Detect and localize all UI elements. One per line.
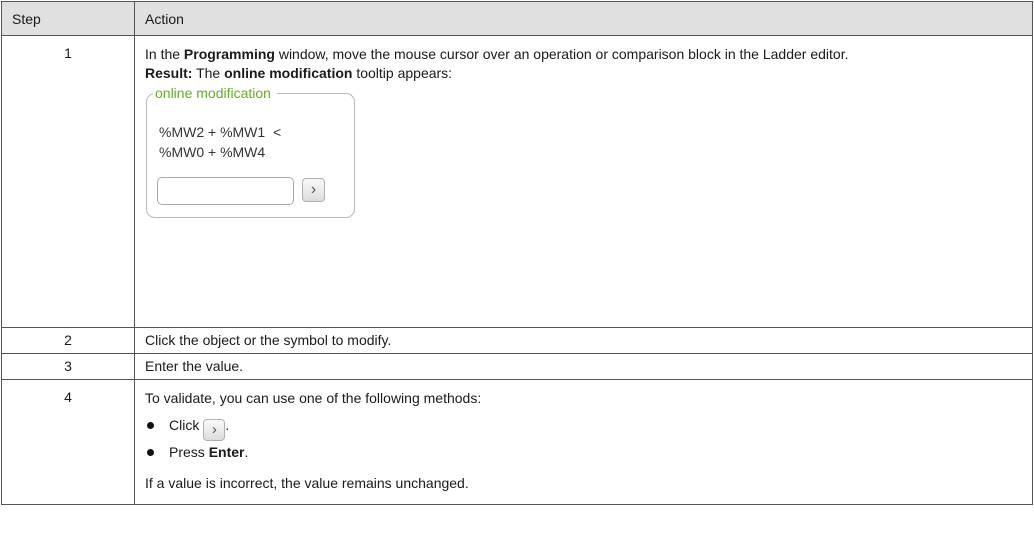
table-row: 3 Enter the value. (1, 353, 1033, 380)
methods-intro: To validate, you can use one of the foll… (145, 390, 482, 406)
methods-list: Click ›. Press Enter. (145, 414, 1022, 464)
result-text: Result: The online modification tooltip … (145, 64, 1022, 83)
text-run: In the (145, 46, 184, 62)
text-run: . (225, 417, 230, 433)
step-number: 3 (1, 353, 135, 380)
step-action: Click the object or the symbol to modify… (134, 327, 1033, 354)
table-row: 4 To validate, you can use one of the fo… (1, 379, 1033, 505)
text-run: Click (169, 417, 200, 433)
text-run: The (192, 65, 225, 81)
value-input[interactable] (157, 177, 294, 205)
result-label: Result: (145, 65, 193, 81)
header-row: Step Action (1, 1, 1033, 36)
expression-line: %MW2 + %MW1 < (159, 124, 282, 140)
key-name: Enter (208, 443, 245, 460)
table-row: 1 In the Programming window, move the mo… (1, 35, 1033, 328)
expression-line: %MW0 + %MW4 (159, 144, 266, 160)
instruction-text: In the Programming window, move the mous… (145, 45, 1022, 64)
step-action: In the Programming window, move the mous… (134, 35, 1033, 328)
tooltip-expression: %MW2 + %MW1 < %MW0 + %MW4 (159, 122, 281, 162)
text-run: . (244, 443, 249, 460)
step-number: 4 (1, 379, 135, 505)
window-name: Programming (183, 46, 275, 62)
validate-button-image: › (203, 418, 226, 441)
step-number: 1 (1, 35, 135, 328)
table-row: 2 Click the object or the symbol to modi… (1, 327, 1033, 354)
tooltip-name: online modification (224, 65, 353, 81)
note-text: If a value is incorrect, the value remai… (145, 474, 469, 491)
list-item: Press Enter. (145, 441, 1022, 464)
chevron-right-icon: › (211, 421, 217, 438)
bullet-icon (147, 448, 154, 456)
header-action: Action (134, 1, 1033, 36)
bullet-icon (147, 422, 154, 429)
online-modification-tooltip: online modification %MW2 + %MW1 < %MW0 +… (146, 84, 355, 218)
text-run: window, move the mouse cursor over an op… (274, 46, 849, 62)
list-item: Click ›. (145, 414, 1022, 441)
step-action: Enter the value. (134, 353, 1033, 380)
validate-button[interactable]: › (302, 178, 325, 202)
text-run: tooltip appears: (352, 65, 453, 81)
chevron-right-icon: › (310, 181, 317, 198)
tooltip-title: online modification (153, 84, 277, 102)
step-action: To validate, you can use one of the foll… (134, 379, 1033, 505)
procedure-table: Step Action 1 In the Programming window,… (1, 1, 1033, 505)
text-run: Press (169, 443, 209, 460)
header-step: Step (1, 1, 135, 36)
step-number: 2 (1, 327, 135, 354)
